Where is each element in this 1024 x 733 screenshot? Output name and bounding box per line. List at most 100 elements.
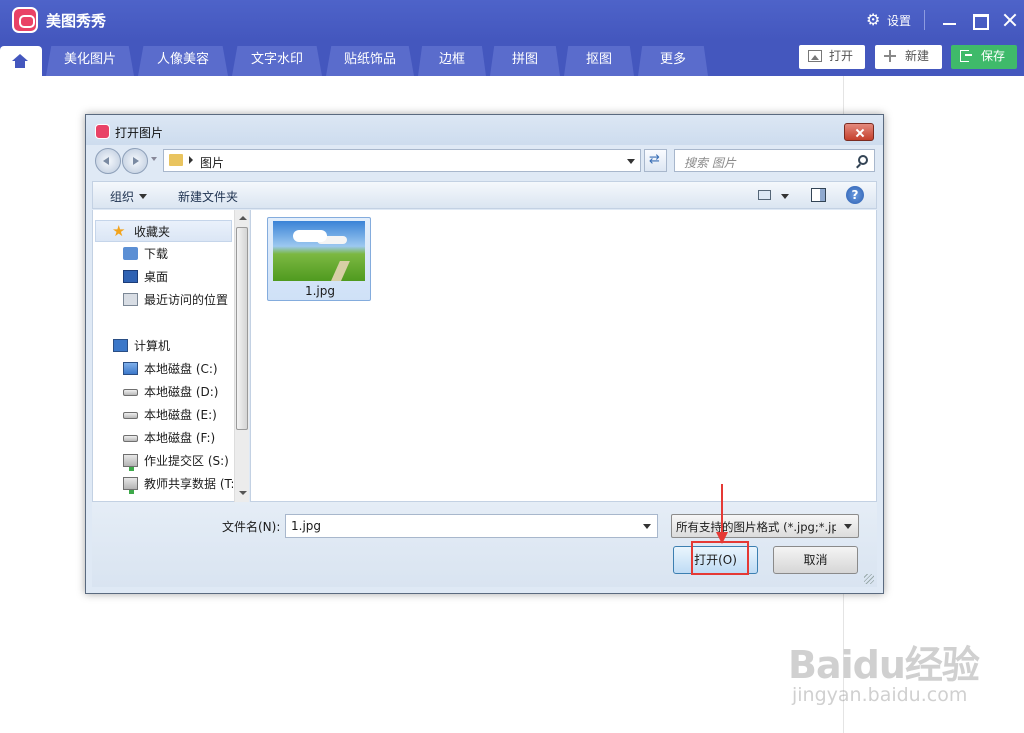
- computer-icon: [113, 339, 128, 352]
- hard-drive-icon: [123, 389, 138, 396]
- close-icon[interactable]: [1000, 10, 1020, 30]
- nav-computer[interactable]: 计算机: [113, 335, 233, 357]
- breadcrumb-pictures[interactable]: 图片: [200, 154, 224, 171]
- tab-home[interactable]: [0, 46, 42, 76]
- filetype-select[interactable]: 所有支持的图片格式 (*.jpg;*.jp: [671, 514, 859, 538]
- nav-drive-t[interactable]: 教师共享数据 (T:: [123, 473, 233, 495]
- scroll-up-icon[interactable]: [239, 216, 247, 220]
- settings-button[interactable]: 设置: [887, 12, 911, 29]
- resize-grip[interactable]: [864, 574, 874, 584]
- view-options-icon[interactable]: [758, 190, 771, 200]
- history-dropdown-icon[interactable]: [151, 157, 157, 161]
- recent-places-icon: [123, 293, 138, 306]
- help-icon[interactable]: ?: [846, 186, 864, 204]
- nav-computer-label: 计算机: [134, 339, 171, 353]
- nav-drive-s-label: 作业提交区 (S:): [144, 454, 229, 468]
- organize-label: 组织: [110, 190, 135, 204]
- filename-value: 1.jpg: [291, 519, 322, 533]
- dialog-close-icon[interactable]: [844, 123, 874, 141]
- minimize-icon[interactable]: [940, 10, 960, 30]
- tab-more[interactable]: 更多: [638, 46, 708, 76]
- address-dropdown-icon[interactable]: [627, 159, 635, 164]
- watermark-main: Baidu经验: [788, 643, 980, 687]
- new-button-label: 新建: [905, 49, 930, 63]
- tab-border[interactable]: 边框: [418, 46, 486, 76]
- open-image-dialog: 打开图片 图片 搜索 图片 组织 新建文件夹 ? ★ 收藏夹: [85, 114, 884, 594]
- tab-text-watermark[interactable]: 文字水印: [232, 46, 322, 76]
- dialog-cancel-button[interactable]: 取消: [773, 546, 858, 574]
- dialog-title-bar: 打开图片: [86, 115, 883, 145]
- nav-drive-s[interactable]: 作业提交区 (S:): [123, 450, 233, 472]
- search-icon[interactable]: [858, 155, 868, 165]
- search-placeholder: 搜索 图片: [684, 156, 736, 170]
- tab-stickers[interactable]: 贴纸饰品: [326, 46, 414, 76]
- new-button[interactable]: 新建: [875, 45, 942, 69]
- download-folder-icon: [123, 247, 138, 260]
- nav-downloads[interactable]: 下载: [123, 243, 233, 265]
- nav-favorites[interactable]: ★ 收藏夹: [95, 220, 232, 242]
- save-button[interactable]: 保存: [951, 45, 1017, 69]
- plus-icon: [884, 50, 898, 62]
- nav-recent-places[interactable]: 最近访问的位置: [123, 289, 233, 311]
- gear-icon[interactable]: ⚙: [866, 12, 882, 28]
- scroll-down-icon[interactable]: [239, 491, 247, 495]
- network-drive-icon: [123, 477, 138, 494]
- new-folder-button[interactable]: 新建文件夹: [178, 188, 238, 205]
- image-icon: [808, 50, 822, 62]
- open-button-label: 打开: [829, 49, 854, 63]
- nav-drive-e[interactable]: 本地磁盘 (E:): [123, 404, 233, 426]
- organize-menu[interactable]: 组织: [110, 188, 148, 205]
- tab-portrait[interactable]: 人像美容: [138, 46, 228, 76]
- navigation-pane: ★ 收藏夹 下载 桌面 最近访问的位置 计算机 本地磁盘 (C:) 本地磁盘 (…: [92, 210, 249, 502]
- filename-label: 文件名(N):: [222, 520, 281, 534]
- nav-desktop-label: 桌面: [144, 270, 169, 284]
- annotation-arrow: [716, 484, 728, 544]
- dialog-title: 打开图片: [115, 126, 164, 140]
- filetype-value: 所有支持的图片格式 (*.jpg;*.jp: [676, 520, 836, 534]
- view-dropdown-icon[interactable]: [781, 194, 789, 199]
- system-drive-icon: [123, 362, 138, 375]
- file-list-area: 1.jpg: [250, 210, 877, 502]
- app-name: 美图秀秀: [46, 12, 107, 30]
- preview-pane-icon[interactable]: [811, 188, 826, 202]
- scroll-thumb[interactable]: [236, 227, 248, 430]
- refresh-icon[interactable]: [644, 149, 667, 172]
- maximize-icon[interactable]: [970, 10, 990, 30]
- nav-drive-f[interactable]: 本地磁盘 (F:): [123, 427, 233, 449]
- title-separator: [924, 10, 925, 30]
- address-bar[interactable]: 图片: [163, 149, 641, 172]
- app-logo-icon: [12, 7, 38, 33]
- tab-beautify[interactable]: 美化图片: [46, 46, 134, 76]
- open-button[interactable]: 打开: [799, 45, 865, 69]
- breadcrumb-arrow-icon[interactable]: [189, 156, 193, 164]
- nav-desktop[interactable]: 桌面: [123, 266, 233, 288]
- nav-drive-c[interactable]: 本地磁盘 (C:): [123, 358, 233, 380]
- filename-dropdown-icon[interactable]: [643, 524, 651, 529]
- image-thumbnail: [273, 221, 365, 281]
- navigation-row: 图片 搜索 图片: [86, 145, 883, 179]
- nav-drive-d-label: 本地磁盘 (D:): [144, 385, 219, 399]
- forward-arrow-icon[interactable]: [122, 148, 148, 174]
- watermark-sub: jingyan.baidu.com: [792, 684, 968, 706]
- nav-drive-t-label: 教师共享数据 (T:: [144, 477, 233, 491]
- file-item[interactable]: 1.jpg: [267, 217, 371, 301]
- folder-icon: [169, 154, 183, 166]
- search-input[interactable]: 搜索 图片: [674, 149, 875, 172]
- tab-cutout[interactable]: 抠图: [564, 46, 634, 76]
- nav-scrollbar[interactable]: [234, 210, 249, 502]
- hard-drive-icon: [123, 412, 138, 419]
- back-arrow-icon[interactable]: [95, 148, 121, 174]
- app-tab-bar: 美化图片 人像美容 文字水印 贴纸饰品 边框 拼图 抠图 更多 打开 新建 保存: [0, 40, 1024, 76]
- filename-input[interactable]: 1.jpg: [285, 514, 658, 538]
- network-drive-icon: [123, 454, 138, 471]
- command-bar: 组织 新建文件夹 ?: [92, 181, 877, 209]
- nav-drive-d[interactable]: 本地磁盘 (D:): [123, 381, 233, 403]
- tab-collage[interactable]: 拼图: [490, 46, 560, 76]
- nav-drive-f-label: 本地磁盘 (F:): [144, 431, 216, 445]
- nav-downloads-label: 下载: [144, 247, 169, 261]
- annotation-highlight: [691, 541, 749, 575]
- hard-drive-icon: [123, 435, 138, 442]
- star-icon: ★: [112, 222, 126, 240]
- chevron-down-icon: [139, 194, 148, 199]
- filetype-dropdown-icon: [844, 524, 852, 529]
